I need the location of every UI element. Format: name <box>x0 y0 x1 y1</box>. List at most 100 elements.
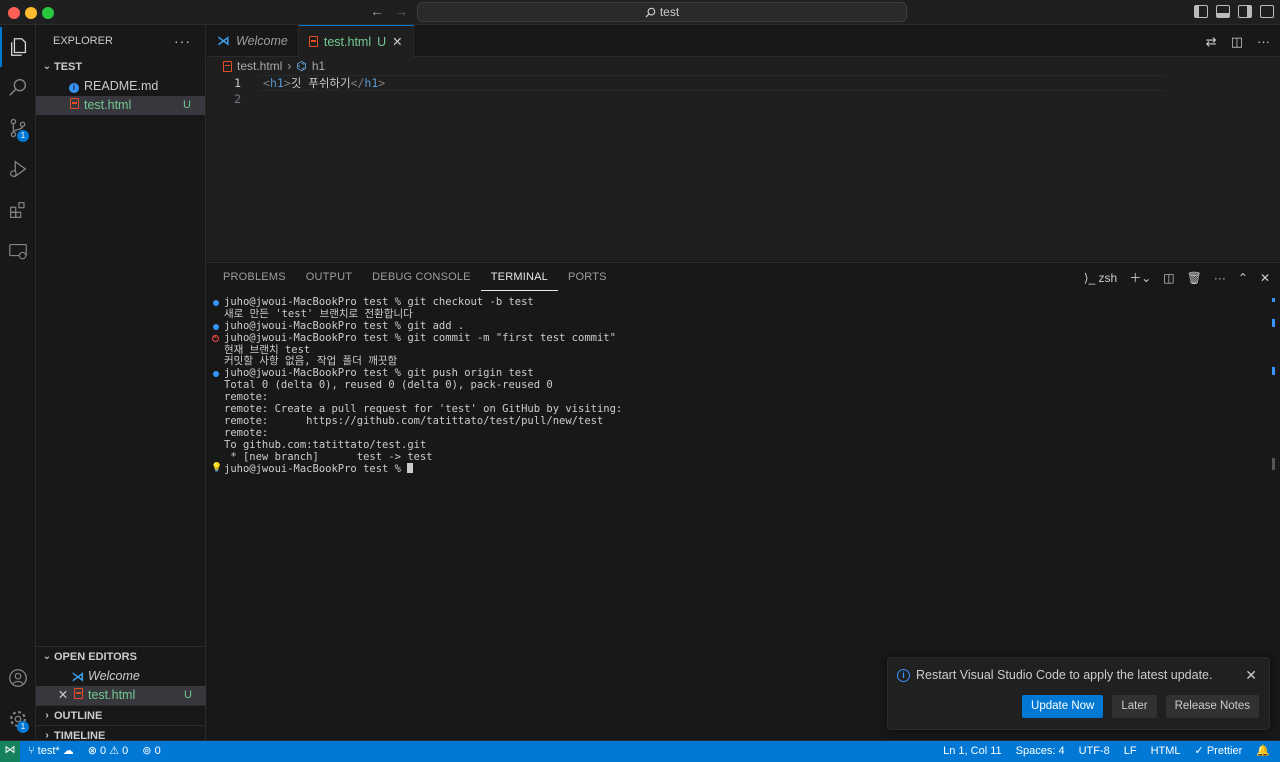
maximize-panel-icon[interactable]: ⌃ <box>1238 271 1248 285</box>
command-success-icon[interactable] <box>213 300 219 306</box>
terminal-shell-selector[interactable]: ⟩_ zsh <box>1084 271 1117 285</box>
search-icon <box>9 78 27 96</box>
terminal-line: remote: https://github.com/tatittato/tes… <box>207 414 1267 428</box>
terminal-text: remote: <box>224 426 269 439</box>
problems-indicator[interactable]: ⊗ 0 ⚠ 0 <box>88 742 129 760</box>
tab-output[interactable]: OUTPUT <box>296 263 362 291</box>
minimize-window-button[interactable] <box>25 7 37 19</box>
terminal-line: Total 0 (delta 0), reused 0 (delta 0), p… <box>207 379 1267 392</box>
open-editor-test-html[interactable]: ✕ test.html U <box>36 686 206 705</box>
run-debug-activity[interactable] <box>0 149 36 189</box>
maximize-window-button[interactable] <box>42 7 54 19</box>
ports-count: 0 <box>154 745 161 757</box>
language-mode[interactable]: HTML <box>1151 742 1181 760</box>
search-activity[interactable] <box>0 67 36 107</box>
split-editor-icon[interactable]: ◫ <box>1231 34 1243 50</box>
file-readme[interactable]: i README.md <box>36 77 205 96</box>
prettier-status[interactable]: ✓ Prettier <box>1195 742 1243 760</box>
code-editor[interactable]: 1 <h1>깃 푸쉬하기</h1> 2 <box>207 75 1280 107</box>
terminal-output[interactable]: juho@jwoui-MacBookPro test % git checkou… <box>207 296 1267 475</box>
extensions-activity[interactable] <box>0 190 36 230</box>
notification-message: Restart Visual Studio Code to apply the … <box>916 668 1213 682</box>
customize-layout-icon[interactable] <box>1260 5 1274 18</box>
lightbulb-icon[interactable]: 💡 <box>211 463 222 475</box>
vscode-logo-icon: ⋊ <box>217 33 230 48</box>
tab-debug-console[interactable]: DEBUG CONSOLE <box>362 263 481 291</box>
explorer-title: EXPLORER ··· <box>36 25 205 57</box>
tab-ports[interactable]: PORTS <box>558 263 617 291</box>
scroll-marker <box>1272 367 1275 375</box>
html-file-icon <box>73 688 83 699</box>
command-error-icon[interactable] <box>212 332 219 344</box>
end-of-line[interactable]: LF <box>1124 742 1137 760</box>
close-icon[interactable]: ✕ <box>56 686 70 705</box>
back-arrow-icon[interactable]: ← <box>370 3 384 19</box>
remote-explorer-activity[interactable] <box>0 231 36 271</box>
close-icon[interactable]: ✕ <box>392 26 402 58</box>
open-editors-header[interactable]: ⌄ OPEN EDITORS <box>36 647 206 667</box>
outline-header[interactable]: › OUTLINE <box>36 705 206 725</box>
run-debug-icon <box>10 160 27 178</box>
command-success-icon[interactable] <box>213 371 219 378</box>
later-button[interactable]: Later <box>1112 695 1157 718</box>
update-notification: i Restart Visual Studio Code to apply th… <box>887 657 1270 730</box>
toggle-panel-icon[interactable] <box>1216 5 1230 18</box>
command-success-icon[interactable] <box>213 323 219 330</box>
explorer-sidebar: EXPLORER ··· ⌄ TEST i README.md test.html … <box>36 25 206 742</box>
terminal-text: 새로 만든 'test' 브랜치로 전환합니다 <box>224 307 413 320</box>
open-editor-welcome[interactable]: ⋊ Welcome <box>36 667 206 686</box>
more-actions-icon[interactable]: ··· <box>174 25 191 57</box>
tab-label: Welcome <box>236 34 288 48</box>
tab-terminal[interactable]: TERMINAL <box>480 263 558 291</box>
tab-problems[interactable]: PROBLEMS <box>213 263 296 291</box>
close-panel-icon[interactable]: ✕ <box>1260 271 1270 285</box>
more-actions-icon[interactable]: ··· <box>1214 271 1226 285</box>
split-terminal-icon[interactable]: ◫ <box>1163 271 1174 285</box>
source-control-activity[interactable]: 1 <box>0 108 36 148</box>
more-actions-icon[interactable]: ··· <box>1257 34 1270 50</box>
close-window-button[interactable] <box>8 7 20 19</box>
toggle-secondary-sidebar-icon[interactable] <box>1238 5 1252 18</box>
chevron-down-icon: ⌄ <box>42 61 52 72</box>
sync-icon: ☁ <box>62 745 74 757</box>
release-notes-button[interactable]: Release Notes <box>1165 695 1259 718</box>
tab-test-html[interactable]: test.html U ✕ <box>298 25 414 58</box>
account-icon <box>9 669 27 687</box>
terminal-icon: ⟩_ <box>1083 270 1096 285</box>
new-terminal-icon[interactable]: ＋⌄ <box>1129 269 1151 286</box>
compare-changes-icon[interactable]: ⇄ <box>1206 34 1217 50</box>
editor-group: ⋊ Welcome test.html U ✕ ⇄ ◫ ··· test.htm… <box>207 25 1280 261</box>
explorer-activity[interactable] <box>0 27 36 67</box>
breadcrumb-symbol[interactable]: h1 <box>312 57 325 75</box>
update-now-button[interactable]: Update Now <box>1022 695 1104 718</box>
remote-indicator-icon[interactable]: ⋈ <box>0 741 20 762</box>
terminal-cursor <box>407 463 414 474</box>
status-bar: ⋈ ⑂ test* ☁ ⊗ 0 ⚠ 0 ⊚ 0 Ln 1, Col 11 Spa… <box>0 740 1280 762</box>
accounts-activity[interactable] <box>0 658 36 698</box>
title-bar: ← → test <box>0 0 1280 25</box>
terminal-line: 💡 juho@jwoui-MacBookPro test % <box>207 463 1267 475</box>
encoding[interactable]: UTF-8 <box>1079 742 1110 760</box>
folder-section-header[interactable]: ⌄ TEST <box>36 57 205 77</box>
terminal-text: Total 0 (delta 0), reused 0 (delta 0), p… <box>224 379 553 392</box>
indentation[interactable]: Spaces: 4 <box>1016 742 1065 760</box>
file-test-html[interactable]: test.html U <box>36 96 205 115</box>
forward-arrow-icon[interactable]: → <box>394 3 408 19</box>
terminal-text: remote: Create a pull request for 'test'… <box>224 403 623 416</box>
branch-indicator[interactable]: ⑂ test* ☁ <box>28 742 74 760</box>
tab-welcome[interactable]: ⋊ Welcome <box>207 25 299 57</box>
scrollbar-thumb[interactable] <box>1272 458 1275 470</box>
ports-indicator[interactable]: ⊚ 0 <box>142 742 160 760</box>
breadcrumb-file[interactable]: test.html <box>237 57 282 75</box>
close-icon[interactable]: ✕ <box>1245 667 1257 684</box>
cursor-position[interactable]: Ln 1, Col 11 <box>943 742 1002 760</box>
branch-icon: ⑂ <box>28 745 35 757</box>
trash-icon[interactable]: 🗑 <box>1187 271 1202 285</box>
manage-activity[interactable]: 1 <box>0 699 36 739</box>
command-center-search[interactable]: test <box>417 2 907 22</box>
terminal-text: remote: https://github.com/tatittato/tes… <box>224 414 604 427</box>
notifications-bell-icon[interactable]: 🔔 <box>1256 742 1270 760</box>
toggle-primary-sidebar-icon[interactable] <box>1194 5 1208 18</box>
untracked-badge: U <box>184 689 192 701</box>
line-number: 2 <box>234 92 241 106</box>
